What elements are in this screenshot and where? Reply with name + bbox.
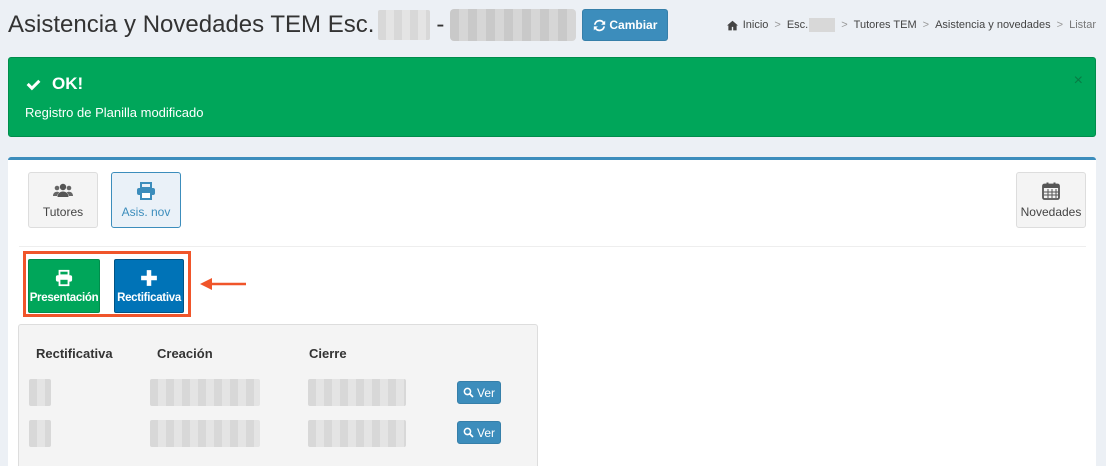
breadcrumb-asistencia[interactable]: Asistencia y novedades bbox=[935, 19, 1051, 31]
rectificativas-table: Rectificativa Creación Cierre Ver Ver bbox=[18, 324, 538, 466]
presentacion-button[interactable]: Presentación bbox=[28, 259, 100, 313]
column-header-rectificativa: Rectificativa bbox=[36, 346, 113, 361]
redacted-cell bbox=[29, 379, 51, 406]
rectificativa-label: Rectificativa bbox=[117, 291, 181, 304]
tutores-label: Tutores bbox=[42, 204, 84, 219]
novedades-label: Novedades bbox=[1020, 204, 1082, 219]
breadcrumb-listar: Listar bbox=[1069, 19, 1096, 31]
breadcrumb-inicio[interactable]: Inicio bbox=[743, 19, 769, 31]
redacted-cell bbox=[150, 379, 260, 406]
presentacion-label: Presentación bbox=[29, 291, 99, 304]
ver-button[interactable]: Ver bbox=[457, 381, 501, 404]
alert-message: Registro de Planilla modificado bbox=[25, 105, 204, 120]
breadcrumb: Inicio > Esc. > Tutores TEM > Asistencia… bbox=[726, 18, 1096, 32]
redacted-cell bbox=[308, 379, 406, 406]
arrow-left-icon bbox=[200, 278, 246, 290]
redacted-cell bbox=[150, 420, 260, 447]
column-header-creacion: Creación bbox=[157, 346, 213, 361]
page-header: Asistencia y Novedades TEM Esc. - Cambia… bbox=[8, 8, 669, 42]
redacted-breadcrumb bbox=[809, 18, 836, 32]
print-icon bbox=[55, 269, 73, 286]
plus-icon bbox=[141, 269, 157, 286]
redacted-school-name bbox=[450, 9, 577, 41]
redacted-school-number bbox=[378, 10, 431, 40]
title-separator: - bbox=[436, 11, 445, 38]
divider bbox=[19, 246, 1086, 247]
refresh-icon bbox=[594, 19, 606, 31]
page-title: Asistencia y Novedades TEM Esc. bbox=[8, 11, 375, 38]
success-alert: OK! Registro de Planilla modificado × bbox=[8, 57, 1096, 137]
calendar-icon bbox=[1042, 182, 1060, 200]
cambiar-label: Cambiar bbox=[609, 18, 658, 32]
home-icon bbox=[726, 20, 738, 30]
rectificativa-button[interactable]: Rectificativa bbox=[114, 259, 184, 313]
ver-button[interactable]: Ver bbox=[457, 421, 501, 444]
cambiar-button[interactable]: Cambiar bbox=[582, 9, 669, 41]
users-icon bbox=[53, 183, 73, 197]
alert-close-button[interactable]: × bbox=[1074, 72, 1083, 90]
main-box: Tutores Asis. nov Novedades Presentación bbox=[8, 157, 1096, 466]
breadcrumb-tutores-tem[interactable]: Tutores TEM bbox=[854, 19, 917, 31]
alert-title: OK! bbox=[25, 74, 83, 94]
search-icon bbox=[463, 427, 474, 438]
asis-nov-label: Asis. nov bbox=[121, 204, 171, 219]
column-header-cierre: Cierre bbox=[309, 346, 347, 361]
novedades-button[interactable]: Novedades bbox=[1016, 172, 1086, 228]
search-icon bbox=[463, 387, 474, 398]
asis-nov-button[interactable]: Asis. nov bbox=[111, 172, 181, 228]
tutores-button[interactable]: Tutores bbox=[28, 172, 98, 228]
redacted-cell bbox=[29, 420, 51, 447]
print-icon bbox=[137, 181, 155, 200]
breadcrumb-escuela[interactable]: Esc. bbox=[787, 19, 808, 31]
redacted-cell bbox=[308, 420, 406, 447]
check-icon bbox=[26, 79, 41, 90]
